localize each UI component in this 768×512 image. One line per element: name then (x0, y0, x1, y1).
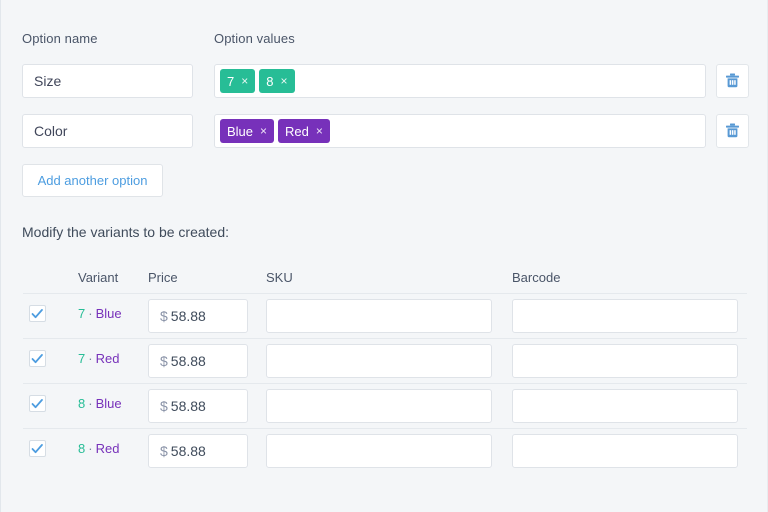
variant-label: 8·Red (78, 441, 119, 456)
variant-price-value: 58.88 (171, 353, 206, 369)
column-header-barcode: Barcode (512, 270, 560, 285)
variant-price-input[interactable]: $58.88 (148, 299, 248, 333)
variant-color-value: Red (96, 441, 120, 456)
column-header-sku: SKU (266, 270, 293, 285)
option-values-field-size[interactable]: 7 × 8 × (214, 64, 706, 98)
product-variants-panel: Option name Option values 7 × 8 × (0, 0, 768, 512)
trash-icon (725, 73, 740, 89)
currency-symbol: $ (160, 308, 171, 324)
close-icon[interactable]: × (316, 125, 323, 137)
variant-separator: · (85, 396, 95, 411)
column-header-price: Price (148, 270, 178, 285)
option-row-color: Blue × Red × (1, 114, 767, 148)
table-row: 8·Blue $58.88 (1, 384, 767, 429)
trash-icon (725, 123, 740, 139)
variant-sku-input[interactable] (266, 299, 492, 333)
option-value-tag-label: Red (285, 124, 311, 139)
variant-barcode-input[interactable] (512, 434, 738, 468)
variant-checkbox[interactable] (29, 350, 46, 367)
variant-sku-input[interactable] (266, 389, 492, 423)
table-row: 7·Blue $58.88 (1, 294, 767, 339)
variant-checkbox[interactable] (29, 305, 46, 322)
table-row: 8·Red $58.88 (1, 429, 767, 474)
option-value-tag[interactable]: Red × (278, 119, 330, 143)
variants-table-header: Variant Price SKU Barcode (1, 264, 767, 294)
option-name-column-label: Option name (22, 30, 98, 48)
option-value-tag-label: Blue (227, 124, 255, 139)
check-icon (31, 353, 44, 365)
variant-checkbox[interactable] (29, 440, 46, 457)
option-name-input-size[interactable] (22, 64, 193, 98)
variant-color-value: Red (96, 351, 120, 366)
close-icon[interactable]: × (260, 125, 267, 137)
variant-barcode-input[interactable] (512, 344, 738, 378)
option-values-column-label: Option values (214, 30, 295, 48)
variant-sku-input[interactable] (266, 434, 492, 468)
variant-price-value: 58.88 (171, 308, 206, 324)
variant-color-value: Blue (96, 306, 122, 321)
variant-price-input[interactable]: $58.88 (148, 344, 248, 378)
table-row: 7·Red $58.88 (1, 339, 767, 384)
check-icon (31, 398, 44, 410)
variant-price-value: 58.88 (171, 443, 206, 459)
delete-option-button-color[interactable] (716, 114, 749, 148)
variant-label: 7·Red (78, 351, 119, 366)
option-value-tag[interactable]: Blue × (220, 119, 274, 143)
variant-label: 7·Blue (78, 306, 122, 321)
check-icon (31, 443, 44, 455)
close-icon[interactable]: × (241, 75, 248, 87)
currency-symbol: $ (160, 353, 171, 369)
option-row-size: 7 × 8 × (1, 64, 767, 98)
variant-barcode-input[interactable] (512, 389, 738, 423)
check-icon (31, 308, 44, 320)
variant-price-input[interactable]: $58.88 (148, 434, 248, 468)
variant-label: 8·Blue (78, 396, 122, 411)
modify-variants-title: Modify the variants to be created: (22, 224, 229, 240)
options-column-headers: Option name Option values (1, 30, 767, 48)
option-value-tag[interactable]: 7 × (220, 69, 255, 93)
variant-price-input[interactable]: $58.88 (148, 389, 248, 423)
variants-table: Variant Price SKU Barcode 7·Blue $58.88 (1, 264, 767, 474)
currency-symbol: $ (160, 443, 171, 459)
variant-separator: · (85, 351, 95, 366)
variant-color-value: Blue (96, 396, 122, 411)
option-value-tag[interactable]: 8 × (259, 69, 294, 93)
option-values-field-color[interactable]: Blue × Red × (214, 114, 706, 148)
column-header-variant: Variant (78, 270, 118, 285)
variant-separator: · (85, 306, 95, 321)
variant-checkbox[interactable] (29, 395, 46, 412)
variant-separator: · (85, 441, 95, 456)
option-name-input-color[interactable] (22, 114, 193, 148)
currency-symbol: $ (160, 398, 171, 414)
add-another-option-button[interactable]: Add another option (22, 164, 163, 197)
variant-sku-input[interactable] (266, 344, 492, 378)
close-icon[interactable]: × (280, 75, 287, 87)
option-value-tag-label: 8 (266, 74, 275, 89)
variant-barcode-input[interactable] (512, 299, 738, 333)
variant-price-value: 58.88 (171, 398, 206, 414)
option-value-tag-label: 7 (227, 74, 236, 89)
delete-option-button-size[interactable] (716, 64, 749, 98)
